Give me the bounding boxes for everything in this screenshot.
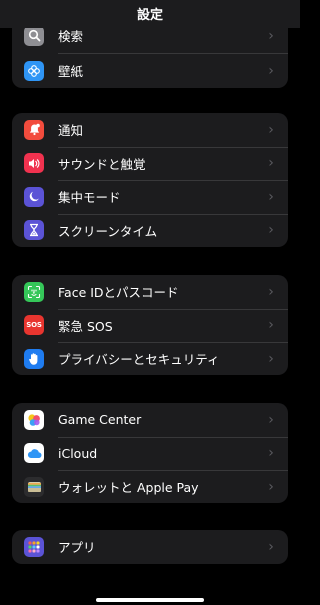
- chevron-right-icon: ›: [268, 283, 274, 300]
- settings-row-icloud[interactable]: iCloud ›: [12, 436, 288, 471]
- speaker-icon: [24, 153, 44, 174]
- chevron-right-icon: ›: [268, 411, 274, 428]
- chevron-right-icon: ›: [268, 350, 274, 367]
- settings-group-privacy: Face IDとパスコード › SOS 緊急 SOS › プライバシーとセキュリ…: [12, 275, 288, 375]
- settings-screen: 設定 検索 › 壁紙 › 通知 › サウンドと触覚 › 集中モード › スクリー…: [0, 0, 300, 605]
- hand-icon: [24, 348, 44, 369]
- row-label: Game Center: [58, 412, 142, 428]
- settings-row-wallet[interactable]: ウォレットと Apple Pay ›: [12, 470, 288, 503]
- chevron-right-icon: ›: [268, 62, 274, 79]
- faceid-icon: [24, 281, 44, 302]
- settings-row-privacy[interactable]: プライバシーとセキュリティ ›: [12, 342, 288, 375]
- settings-row-emergency-sos[interactable]: SOS 緊急 SOS ›: [12, 308, 288, 343]
- row-label: 通知: [58, 123, 84, 139]
- row-label: サウンドと触覚: [58, 156, 146, 172]
- row-label: 検索: [58, 29, 84, 44]
- magnifier-icon: [24, 25, 44, 46]
- chevron-right-icon: ›: [268, 445, 274, 462]
- apps-grid-icon: [24, 536, 44, 557]
- chevron-right-icon: ›: [268, 538, 274, 555]
- chevron-right-icon: ›: [268, 222, 274, 239]
- sos-icon: SOS: [24, 315, 44, 336]
- settings-group-notifications: 通知 › サウンドと触覚 › 集中モード › スクリーンタイム ›: [12, 113, 288, 247]
- row-label: プライバシーとセキュリティ: [58, 352, 220, 368]
- navigation-bar: 設定: [0, 0, 300, 28]
- settings-row-game-center[interactable]: Game Center ›: [12, 403, 288, 437]
- row-label: スクリーンタイム: [58, 223, 158, 239]
- settings-row-face-id[interactable]: Face IDとパスコード ›: [12, 275, 288, 309]
- row-label: ウォレットと Apple Pay: [58, 480, 199, 496]
- hourglass-icon: [24, 220, 44, 241]
- settings-row-wallpaper[interactable]: 壁紙 ›: [12, 53, 288, 88]
- chevron-right-icon: ›: [268, 121, 274, 138]
- game-center-icon: [24, 409, 44, 430]
- row-label: Face IDとパスコード: [58, 285, 179, 301]
- bell-icon: [24, 119, 44, 140]
- settings-group-apps: アプリ ›: [12, 530, 288, 564]
- chevron-right-icon: ›: [268, 155, 274, 172]
- moon-icon: [24, 186, 44, 207]
- chevron-right-icon: ›: [268, 317, 274, 334]
- settings-row-focus[interactable]: 集中モード ›: [12, 180, 288, 214]
- chevron-right-icon: ›: [268, 478, 274, 495]
- chevron-right-icon: ›: [268, 188, 274, 205]
- settings-row-screen-time[interactable]: スクリーンタイム ›: [12, 213, 288, 248]
- wallet-icon: [24, 476, 44, 497]
- row-label: 集中モード: [58, 190, 121, 206]
- cloud-icon: [24, 443, 44, 464]
- row-label: iCloud: [58, 445, 98, 461]
- settings-row-notifications[interactable]: 通知 ›: [12, 113, 288, 147]
- row-label: 緊急 SOS: [58, 318, 113, 334]
- home-indicator[interactable]: [96, 598, 204, 602]
- flower-icon: [24, 60, 44, 81]
- settings-group-search: 検索 › 壁紙 ›: [12, 18, 288, 88]
- row-label: 壁紙: [58, 64, 84, 79]
- chevron-right-icon: ›: [268, 27, 274, 44]
- sos-badge-text: SOS: [26, 321, 42, 330]
- page-title: 設定: [136, 7, 163, 23]
- row-label: アプリ: [58, 540, 96, 556]
- settings-row-sounds[interactable]: サウンドと触覚 ›: [12, 146, 288, 181]
- settings-row-apps[interactable]: アプリ ›: [12, 530, 288, 564]
- settings-group-services: Game Center › iCloud › ウォレットと Apple Pay …: [12, 403, 288, 503]
